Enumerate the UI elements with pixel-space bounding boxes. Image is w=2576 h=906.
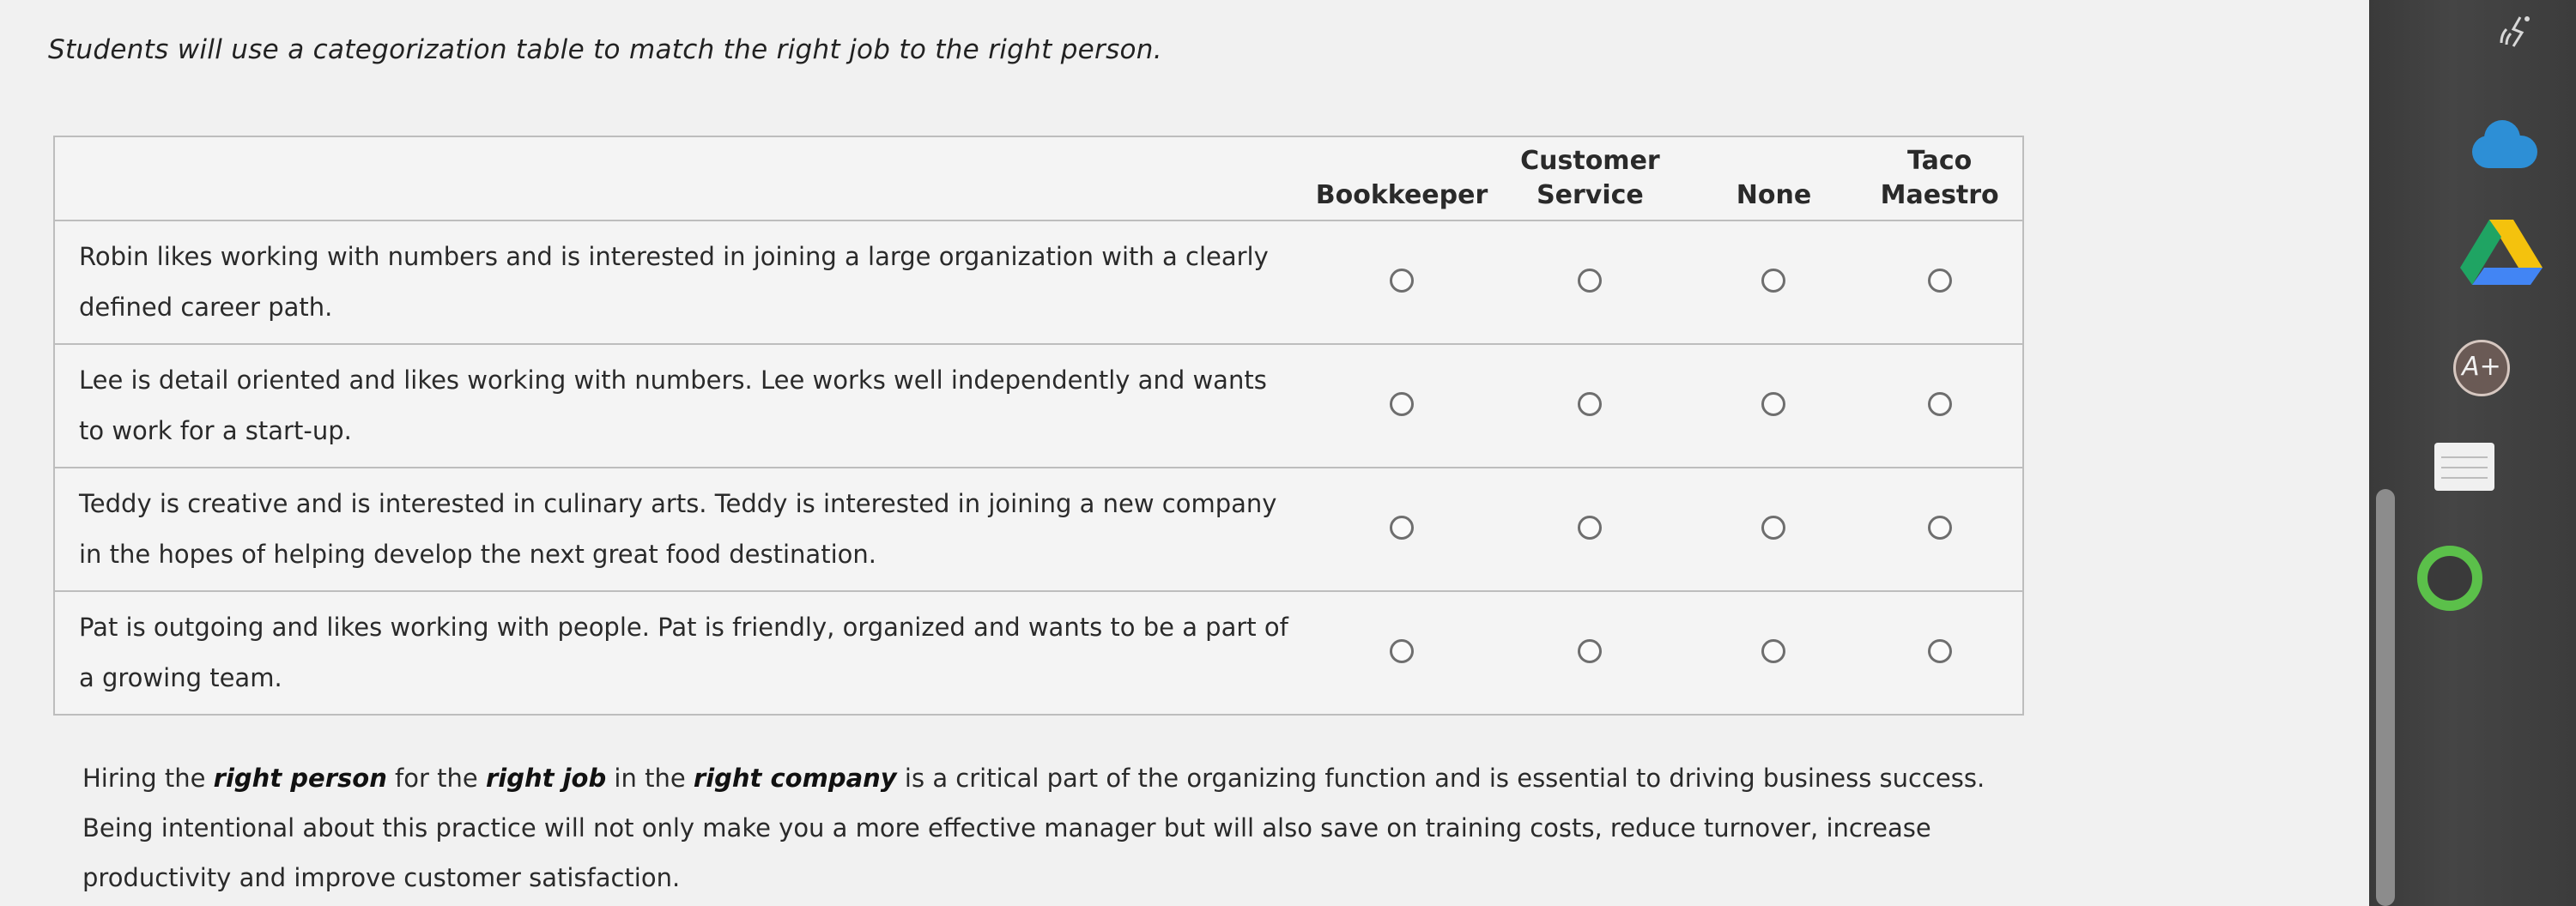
statement-robin: Robin likes working with numbers and is … (53, 220, 1314, 345)
radio-robin-customer-service[interactable] (1578, 269, 1603, 293)
emphasis-right-company: right company (693, 764, 897, 793)
column-header-none: None (1690, 136, 1858, 221)
wifi-icon[interactable] (2494, 9, 2534, 60)
column-header-taco-maestro: Taco Maestro (1857, 136, 2024, 221)
table-header-row: Bookkeeper Customer Service None Taco Ma… (53, 136, 2024, 221)
scrollbar[interactable] (2376, 489, 2395, 906)
summary-paragraph: Hiring the right person for the right jo… (82, 764, 1985, 892)
radio-pat-customer-service[interactable] (1578, 639, 1603, 663)
radio-teddy-bookkeeper[interactable] (1390, 516, 1415, 540)
radio-lee-customer-service[interactable] (1578, 392, 1603, 416)
radio-lee-none[interactable] (1761, 392, 1786, 416)
column-header-bookkeeper: Bookkeeper (1313, 136, 1490, 221)
radio-teddy-taco-maestro[interactable] (1927, 516, 1952, 540)
categorization-table: Bookkeeper Customer Service None Taco Ma… (53, 136, 2024, 716)
table-row: Pat is outgoing and likes working with p… (53, 590, 2024, 716)
radio-robin-bookkeeper[interactable] (1390, 269, 1415, 293)
radio-pat-taco-maestro[interactable] (1927, 639, 1952, 663)
table-row: Lee is detail oriented and likes working… (53, 343, 2024, 468)
statement-teddy: Teddy is creative and is interested in c… (53, 467, 1314, 592)
radio-robin-taco-maestro[interactable] (1927, 269, 1952, 293)
google-drive-icon[interactable] (2460, 220, 2543, 285)
radio-robin-none[interactable] (1761, 269, 1786, 293)
column-header-customer-service: Customer Service (1489, 136, 1691, 221)
emphasis-right-person: right person (213, 764, 387, 793)
table-row: Teddy is creative and is interested in c… (53, 467, 2024, 592)
intro-text: Students will use a categorization table… (48, 34, 1162, 65)
table-row: Robin likes working with numbers and is … (53, 220, 2024, 345)
radio-lee-bookkeeper[interactable] (1390, 392, 1415, 416)
cloud-icon[interactable] (2472, 120, 2537, 170)
statement-column-header (53, 136, 1314, 221)
notes-icon[interactable] (2434, 443, 2494, 491)
statement-lee: Lee is detail oriented and likes working… (53, 343, 1314, 468)
radio-lee-taco-maestro[interactable] (1927, 392, 1952, 416)
radio-teddy-none[interactable] (1761, 516, 1786, 540)
emphasis-right-job: right job (485, 764, 607, 793)
radio-pat-bookkeeper[interactable] (1390, 639, 1415, 663)
radio-teddy-customer-service[interactable] (1578, 516, 1603, 540)
statement-pat: Pat is outgoing and likes working with p… (53, 590, 1314, 716)
a-plus-icon[interactable]: A+ (2453, 340, 2510, 396)
ring-icon[interactable] (2417, 546, 2482, 611)
worksheet-page: Students will use a categorization table… (0, 0, 2369, 906)
radio-pat-none[interactable] (1761, 639, 1786, 663)
